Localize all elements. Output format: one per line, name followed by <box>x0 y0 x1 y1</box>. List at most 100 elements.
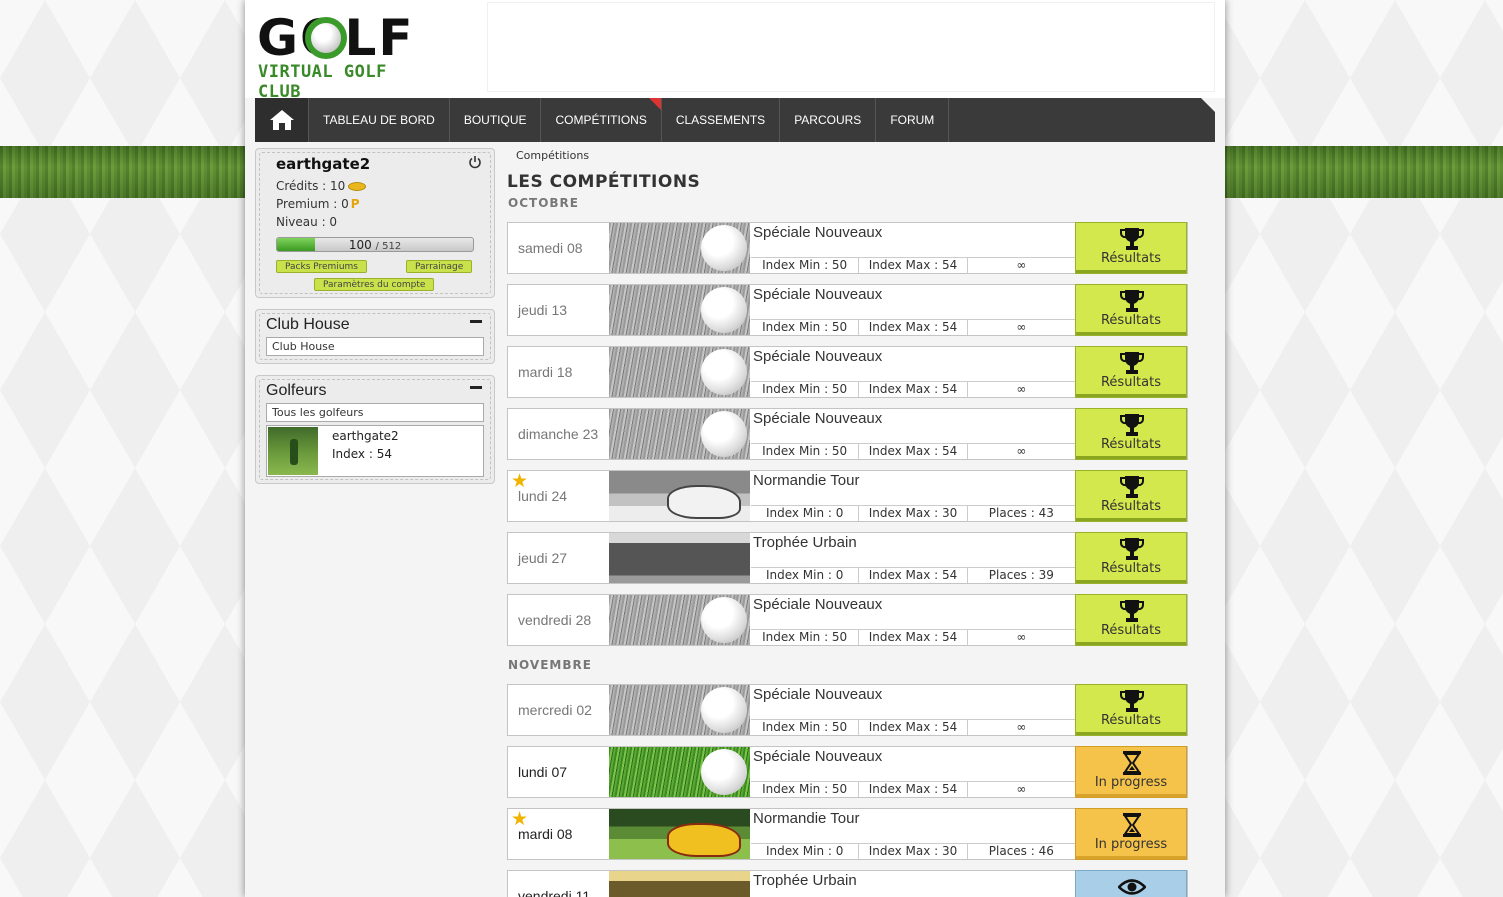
packs-premiums-button[interactable]: Packs Premiums <box>276 260 367 273</box>
competition-date: lundi 07 <box>518 764 568 780</box>
competition-row[interactable]: vendredi 28 Spéciale Nouveaux Index Min : … <box>507 594 1188 646</box>
course-thumbnail[interactable] <box>609 685 750 735</box>
places: ∞ <box>1016 444 1027 458</box>
account-settings-button[interactable]: Paramètres du compte <box>314 278 435 291</box>
competition-row[interactable]: samedi 08 Spéciale Nouveaux Index Min : 50… <box>507 222 1188 274</box>
index-min: Index Min : 0 <box>751 568 860 583</box>
competition-row[interactable]: dimanche 23 Spéciale Nouveaux Index Min : … <box>507 408 1188 460</box>
course-thumbnail[interactable] <box>609 471 750 521</box>
course-thumbnail[interactable] <box>609 747 750 797</box>
competition-name[interactable]: Spéciale Nouveaux <box>753 224 882 241</box>
golf-ball-image <box>701 225 747 271</box>
competition-date: mercredi 02 <box>518 702 592 718</box>
clubhouse-title: Club House <box>266 316 350 333</box>
places: ∞ <box>1016 782 1027 796</box>
competition-name[interactable]: Spéciale Nouveaux <box>753 596 882 613</box>
credits-row: Crédits : 10 <box>276 179 367 193</box>
competition-row[interactable]: lundi 07 Spéciale Nouveaux Index Min : 50 I… <box>507 746 1188 798</box>
competition-date: jeudi 27 <box>518 550 568 566</box>
nav-tableau-de-bord[interactable]: TABLEAU DE BORD <box>309 98 450 142</box>
competition-row[interactable]: jeudi 27 Trophée Urbain Index Min : 0 Index… <box>507 532 1188 584</box>
competition-action-button[interactable]: In progress <box>1075 746 1187 798</box>
competition-action-button[interactable]: Résultats <box>1075 222 1187 274</box>
course-thumbnail[interactable] <box>609 871 750 897</box>
golfers-filter-select[interactable]: Tous les golfeurs <box>266 403 484 422</box>
competition-info: Index Min : 50 Index Max : 54 ∞ <box>751 443 1075 459</box>
nav-classements[interactable]: CLASSEMENTS <box>662 98 781 142</box>
competition-name[interactable]: Spéciale Nouveaux <box>753 686 882 703</box>
index-min: Index Min : 50 <box>751 382 860 397</box>
competition-name[interactable]: Spéciale Nouveaux <box>753 286 882 303</box>
competition-name[interactable]: Spéciale Nouveaux <box>753 748 882 765</box>
breadcrumb[interactable]: Compétitions <box>516 149 589 162</box>
home-icon <box>269 110 294 130</box>
action-label: Résultats <box>1100 251 1161 266</box>
course-thumbnail[interactable] <box>609 409 750 459</box>
month-heading: OCTOBRE <box>508 196 579 210</box>
competition-name[interactable]: Normandie Tour <box>753 810 859 827</box>
competition-action-button[interactable]: Résultats <box>1075 470 1187 522</box>
places: ∞ <box>1016 258 1027 272</box>
places: ∞ <box>1016 382 1027 396</box>
trophy-icon <box>1120 290 1144 312</box>
course-thumbnail[interactable] <box>609 809 750 859</box>
site-logo[interactable]: GOLF VIRTUAL GOLF CLUB <box>257 10 432 102</box>
competition-info: Index Min : 0 Index Max : 30 Places : 43 <box>751 505 1075 521</box>
competition-action-button[interactable]: Résultats <box>1075 594 1187 646</box>
course-thumbnail[interactable] <box>609 223 750 273</box>
competition-action-button[interactable]: Résultats <box>1075 532 1187 584</box>
competition-name[interactable]: Trophée Urbain <box>753 872 857 889</box>
collapse-icon[interactable] <box>470 320 482 323</box>
course-thumbnail[interactable] <box>609 285 750 335</box>
clubhouse-panel: Club House Club House <box>255 309 495 364</box>
competition-row[interactable]: vendredi 11 Trophée Urbain <box>507 870 1188 897</box>
index-min: Index Min : 0 <box>751 506 860 521</box>
competition-row[interactable]: mardi 18 Spéciale Nouveaux Index Min : 50 I… <box>507 346 1188 398</box>
competition-info: Index Min : 0 Index Max : 30 Places : 46 <box>751 843 1075 859</box>
premium-row: Premium : 0P <box>276 197 360 211</box>
action-label: Résultats <box>1100 561 1161 576</box>
competition-action-button[interactable] <box>1075 870 1187 897</box>
competition-name[interactable]: Spéciale Nouveaux <box>753 410 882 427</box>
course-thumbnail[interactable] <box>609 347 750 397</box>
course-thumbnail[interactable] <box>609 533 750 583</box>
competition-action-button[interactable]: In progress <box>1075 808 1187 860</box>
competition-row[interactable]: ★ mardi 08 Normandie Tour Index Min : 0 Inde… <box>507 808 1188 860</box>
course-thumbnail[interactable] <box>609 595 750 645</box>
competition-date: vendredi 28 <box>518 612 592 628</box>
nav-boutique[interactable]: BOUTIQUE <box>450 98 542 142</box>
index-max: Index Max : 54 <box>859 782 968 797</box>
nav-forum[interactable]: FORUM <box>876 98 950 142</box>
header: GOLF VIRTUAL GOLF CLUB <box>245 0 1225 102</box>
places: Places : 39 <box>988 568 1054 582</box>
page-container: GOLF VIRTUAL GOLF CLUB TABLEAU DE BORD B… <box>245 0 1225 897</box>
golf-ball-image <box>701 597 747 643</box>
competition-row[interactable]: jeudi 13 Spéciale Nouveaux Index Min : 50 I… <box>507 284 1188 336</box>
index-min: Index Min : 50 <box>751 320 860 335</box>
competition-name[interactable]: Trophée Urbain <box>753 534 857 551</box>
competition-row[interactable]: ★ lundi 24 Normandie Tour Index Min : 0 Inde… <box>507 470 1188 522</box>
logo-subtitle: VIRTUAL GOLF CLUB <box>258 62 387 102</box>
competition-action-button[interactable]: Résultats <box>1075 346 1187 398</box>
collapse-icon[interactable] <box>470 386 482 389</box>
lion-emblem <box>667 485 741 519</box>
places: ∞ <box>1016 320 1027 334</box>
competition-action-button[interactable]: Résultats <box>1075 284 1187 336</box>
credits-label: Crédits : 10 <box>276 179 346 193</box>
golf-ball-image <box>701 687 747 733</box>
golf-ball-image <box>701 287 747 333</box>
competition-name[interactable]: Spéciale Nouveaux <box>753 348 882 365</box>
parrainage-button[interactable]: Parrainage <box>406 260 473 273</box>
nav-parcours[interactable]: PARCOURS <box>780 98 877 142</box>
golfer-card[interactable]: earthgate2 Index : 54 <box>266 425 484 477</box>
index-min: Index Min : 50 <box>751 444 860 459</box>
clubhouse-select[interactable]: Club House <box>266 337 484 356</box>
competition-row[interactable]: mercredi 02 Spéciale Nouveaux Index Min : … <box>507 684 1188 736</box>
competition-name[interactable]: Normandie Tour <box>753 472 859 489</box>
nav-competitions[interactable]: COMPÉTITIONS <box>541 98 662 142</box>
power-icon[interactable] <box>468 155 482 169</box>
competition-action-button[interactable]: Résultats <box>1075 408 1187 460</box>
competition-action-button[interactable]: Résultats <box>1075 684 1187 736</box>
nav-home-button[interactable] <box>255 98 309 142</box>
competition-date: vendredi 11 <box>518 888 591 897</box>
